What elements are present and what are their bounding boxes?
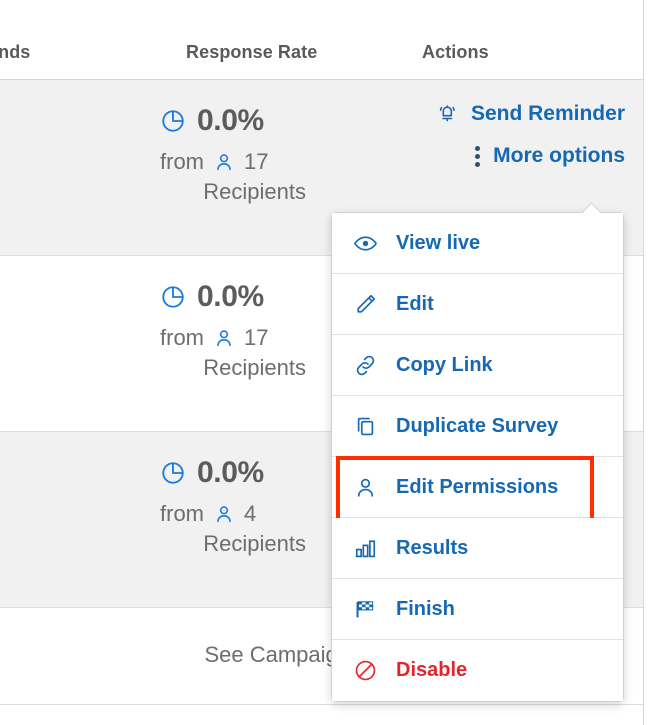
page-right-edge (643, 0, 649, 725)
send-reminder-button[interactable]: Send Reminder (400, 102, 643, 126)
menu-item-duplicate-survey[interactable]: Duplicate Survey (332, 396, 623, 457)
person-icon (213, 151, 235, 173)
menu-item-label: Edit (396, 292, 434, 315)
menu-item-copy-link[interactable]: Copy Link (332, 335, 623, 396)
column-header-trends: ends (0, 42, 31, 62)
pie-chart-icon (160, 284, 186, 310)
menu-item-label: Edit Permissions (396, 475, 559, 498)
person-icon (213, 327, 235, 349)
survey-list-screen: ends Response Rate Actions 0.0% from (0, 0, 649, 725)
more-options-label: More options (493, 144, 625, 167)
column-header-response-rate: Response Rate (186, 42, 318, 62)
menu-item-label: Results (396, 536, 469, 559)
menu-item-label: Finish (396, 597, 455, 620)
column-header-actions: Actions (422, 42, 489, 62)
from-label: from (160, 501, 204, 526)
person-icon (213, 503, 235, 525)
menu-item-results[interactable]: Results (332, 518, 623, 579)
response-rate-cell: 0.0% from 17 Recipients (160, 104, 370, 205)
response-rate-percent: 0.0% (197, 104, 264, 137)
recipients-count: 17 (244, 149, 269, 174)
recipients-line: from 4 (160, 501, 306, 527)
pencil-icon (351, 292, 379, 317)
eye-icon (351, 231, 379, 256)
menu-item-label: Duplicate Survey (396, 414, 559, 437)
recipients-label: Recipients (203, 531, 306, 556)
bar-chart-icon (351, 536, 379, 561)
recipients-line: from 17 (160, 149, 306, 175)
vertical-dots-icon (475, 144, 481, 168)
from-label: from (160, 325, 204, 350)
more-options-dropdown-menu: View live Edit Copy Link Duplicate Surve… (331, 212, 624, 702)
response-rate-value-line: 0.0% (160, 104, 306, 138)
menu-item-edit[interactable]: Edit (332, 274, 623, 335)
bell-icon (435, 102, 459, 126)
dropdown-pointer-arrow (580, 202, 602, 213)
menu-item-label: Copy Link (396, 353, 493, 376)
duplicate-icon (351, 414, 379, 439)
from-label: from (160, 149, 204, 174)
response-rate-percent: 0.0% (197, 456, 264, 489)
recipients-count: 17 (244, 325, 269, 350)
menu-item-view-live[interactable]: View live (332, 213, 623, 274)
pie-chart-icon (160, 460, 186, 486)
recipients-label: Recipients (203, 355, 306, 380)
recipients-label: Recipients (203, 179, 306, 204)
checkered-flag-icon (351, 597, 379, 622)
see-campaign-text[interactable]: See Campaign (0, 642, 350, 668)
menu-item-label: View live (396, 231, 481, 254)
pie-chart-icon (160, 108, 186, 134)
response-rate-value-line: 0.0% (160, 456, 306, 490)
send-reminder-label: Send Reminder (470, 102, 625, 125)
menu-item-finish[interactable]: Finish (332, 579, 623, 640)
more-options-button[interactable]: More options (400, 144, 643, 168)
menu-item-edit-permissions[interactable]: Edit Permissions (332, 456, 623, 525)
recipients-count: 4 (244, 501, 257, 526)
table-header-row: ends Response Rate Actions (0, 0, 643, 80)
person-icon (351, 475, 379, 500)
response-rate-value-line: 0.0% (160, 280, 306, 314)
menu-item-disable[interactable]: Disable (332, 640, 623, 701)
recipients-line: from 17 (160, 325, 306, 351)
response-rate-percent: 0.0% (197, 280, 264, 313)
link-icon (351, 353, 379, 378)
actions-cell: Send Reminder More options (400, 102, 643, 168)
prohibition-icon (351, 658, 379, 683)
menu-item-label: Disable (396, 659, 468, 681)
